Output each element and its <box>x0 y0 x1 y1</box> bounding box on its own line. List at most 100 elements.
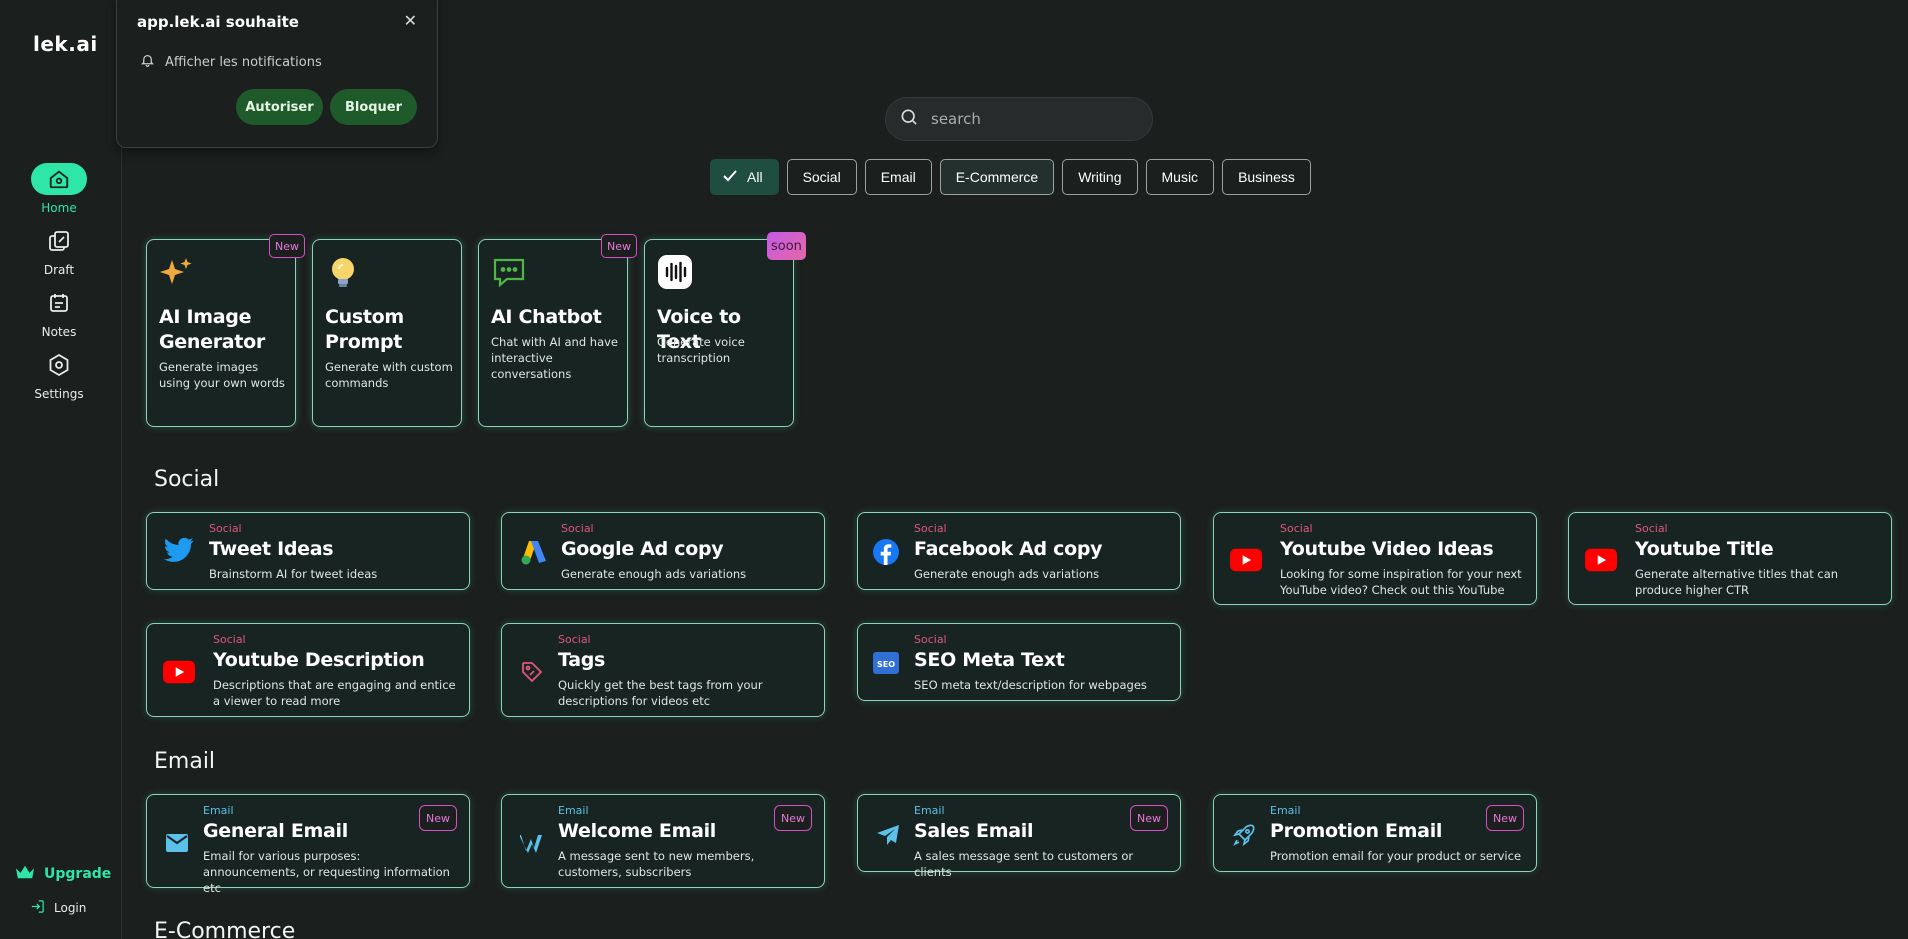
section-title-social: Social <box>154 467 220 492</box>
tool-card-seo-meta-text[interactable]: SEO Social SEO Meta Text SEO meta text/d… <box>857 623 1181 701</box>
card-desc: Looking for some inspiration for your ne… <box>1280 567 1522 597</box>
filter-all[interactable]: All <box>710 159 779 195</box>
tool-card-youtube-description[interactable]: Social Youtube Description Descriptions … <box>146 623 470 717</box>
sidebar-item-draft[interactable]: Draft <box>0 225 118 277</box>
google-ads-icon <box>518 536 550 568</box>
welcome-w-icon <box>516 827 548 859</box>
feature-card-title: AI Image Generator <box>159 306 265 353</box>
sidebar-item-label: Settings <box>34 387 84 401</box>
sidebar-item-label: Notes <box>41 325 77 339</box>
filter-business[interactable]: Business <box>1222 159 1311 195</box>
card-desc: Promotion email for your product or serv… <box>1270 849 1522 863</box>
rocket-icon <box>1228 819 1260 851</box>
filter-music[interactable]: Music <box>1145 159 1215 195</box>
search-input[interactable]: search <box>885 97 1153 141</box>
filter-ecommerce[interactable]: E-Commerce <box>939 159 1055 195</box>
tool-card-google-ad-copy[interactable]: Social Google Ad copy Generate enough ad… <box>501 512 825 590</box>
feature-card-desc: Generate images using your own words <box>159 360 285 390</box>
card-desc: SEO meta text/description for webpages <box>914 678 1147 692</box>
chat-bubble-icon <box>491 254 527 290</box>
card-category: Email <box>558 804 589 817</box>
notes-icon <box>31 287 87 319</box>
card-category: Social <box>213 633 246 646</box>
popup-title: app.lek.ai souhaite <box>137 13 299 31</box>
card-category: Email <box>1270 804 1301 817</box>
youtube-icon <box>1585 544 1617 576</box>
tool-card-sales-email[interactable]: Email Sales Email A sales message sent t… <box>857 794 1181 879</box>
sidebar-item-notes[interactable]: Notes <box>0 287 118 339</box>
login-label: Login <box>54 901 87 915</box>
card-category: Social <box>561 522 594 535</box>
paper-plane-icon <box>872 819 904 851</box>
sidebar-item-label: Home <box>41 201 77 215</box>
tool-card-tweet-ideas[interactable]: Social Tweet Ideas Brainstorm AI for twe… <box>146 512 470 590</box>
card-desc: Descriptions that are engaging and entic… <box>213 678 456 708</box>
popup-message: Afficher les notifications <box>165 54 322 70</box>
card-title: Tweet Ideas <box>209 538 334 560</box>
login-button[interactable]: Login <box>30 899 86 917</box>
tool-card-youtube-title[interactable]: Social Youtube Title Generate alternativ… <box>1568 512 1892 605</box>
card-desc: A sales message sent to customers or cli… <box>914 849 1134 879</box>
tool-card-general-email[interactable]: Email General Email Email for various pu… <box>146 794 470 895</box>
notification-permission-popup: app.lek.ai souhaite ✕ Afficher les notif… <box>116 0 438 148</box>
twitter-icon <box>163 534 195 566</box>
close-icon[interactable]: ✕ <box>404 11 417 30</box>
card-title: SEO Meta Text <box>914 649 1065 671</box>
filter-email[interactable]: Email <box>864 159 932 195</box>
sidebar-item-settings[interactable]: Settings <box>0 349 118 401</box>
allow-button[interactable]: Autoriser <box>236 89 323 125</box>
tag-icon <box>516 656 548 688</box>
card-title: Google Ad copy <box>561 538 724 560</box>
feature-card-title: Custom Prompt <box>325 306 404 353</box>
tool-card-welcome-email[interactable]: Email Welcome Email A message sent to ne… <box>501 794 825 888</box>
tool-card-youtube-video-ideas[interactable]: Social Youtube Video Ideas Looking for s… <box>1213 512 1537 605</box>
sidebar: lek.ai Home Draft Notes Settings Upgrade… <box>0 0 122 939</box>
app-logo[interactable]: lek.ai <box>33 32 98 56</box>
feature-card-ai-chatbot[interactable]: AI Chatbot Chat with AI and have interac… <box>478 239 628 427</box>
sidebar-item-label: Draft <box>43 263 75 277</box>
tool-card-tags[interactable]: Social Tags Quickly get the best tags fr… <box>501 623 825 717</box>
soon-badge: soon <box>767 232 806 260</box>
search-placeholder: search <box>931 110 981 128</box>
new-badge: New <box>774 805 812 831</box>
card-desc: Brainstorm AI for tweet ideas <box>209 567 378 581</box>
tool-card-facebook-ad-copy[interactable]: Social Facebook Ad copy Generate enough … <box>857 512 1181 590</box>
settings-icon <box>31 349 87 381</box>
sparkles-icon <box>159 254 195 290</box>
card-category: Social <box>209 522 242 535</box>
card-category: Social <box>914 633 947 646</box>
youtube-icon <box>163 656 195 688</box>
home-icon <box>31 163 87 195</box>
card-desc: Quickly get the best tags from your desc… <box>558 678 763 708</box>
new-badge: New <box>1130 805 1168 831</box>
card-title: Youtube Title <box>1635 538 1774 560</box>
lightbulb-icon <box>325 254 361 290</box>
filter-label: All <box>747 169 763 185</box>
svg-text:SEO: SEO <box>877 660 895 669</box>
card-category: Social <box>558 633 591 646</box>
category-filters: All Social Email E-Commerce Writing Musi… <box>710 159 1311 195</box>
filter-social[interactable]: Social <box>786 159 857 195</box>
draft-icon <box>31 225 87 257</box>
new-badge: New <box>601 234 637 258</box>
popup-message-row: Afficher les notifications <box>140 52 322 72</box>
card-desc: Email for various purposes: announcement… <box>203 849 450 895</box>
feature-card-ai-image-generator[interactable]: AI Image Generator Generate images using… <box>146 239 296 427</box>
card-category: Social <box>914 522 947 535</box>
app-root: lek.ai Home Draft Notes Settings Upgrade… <box>0 0 1908 939</box>
feature-card-voice-to-text[interactable]: Voice to Text Generate voice transcripti… <box>644 239 794 427</box>
card-desc: Generate enough ads variations <box>914 567 1100 581</box>
card-category: Social <box>1280 522 1313 535</box>
sidebar-item-home[interactable]: Home <box>0 163 118 215</box>
voice-waveform-icon <box>657 254 693 290</box>
feature-card-desc: Generate voice transcription <box>657 335 745 365</box>
new-badge: New <box>269 234 305 258</box>
card-title: Facebook Ad copy <box>914 538 1103 560</box>
upgrade-button[interactable]: Upgrade <box>14 863 111 885</box>
block-button[interactable]: Bloquer <box>330 89 417 125</box>
feature-card-custom-prompt[interactable]: Custom Prompt Generate with custom comma… <box>312 239 462 427</box>
tool-card-promotion-email[interactable]: Email Promotion Email Promotion email fo… <box>1213 794 1537 872</box>
facebook-icon <box>870 536 902 568</box>
crown-icon <box>14 863 36 885</box>
filter-writing[interactable]: Writing <box>1062 159 1138 195</box>
